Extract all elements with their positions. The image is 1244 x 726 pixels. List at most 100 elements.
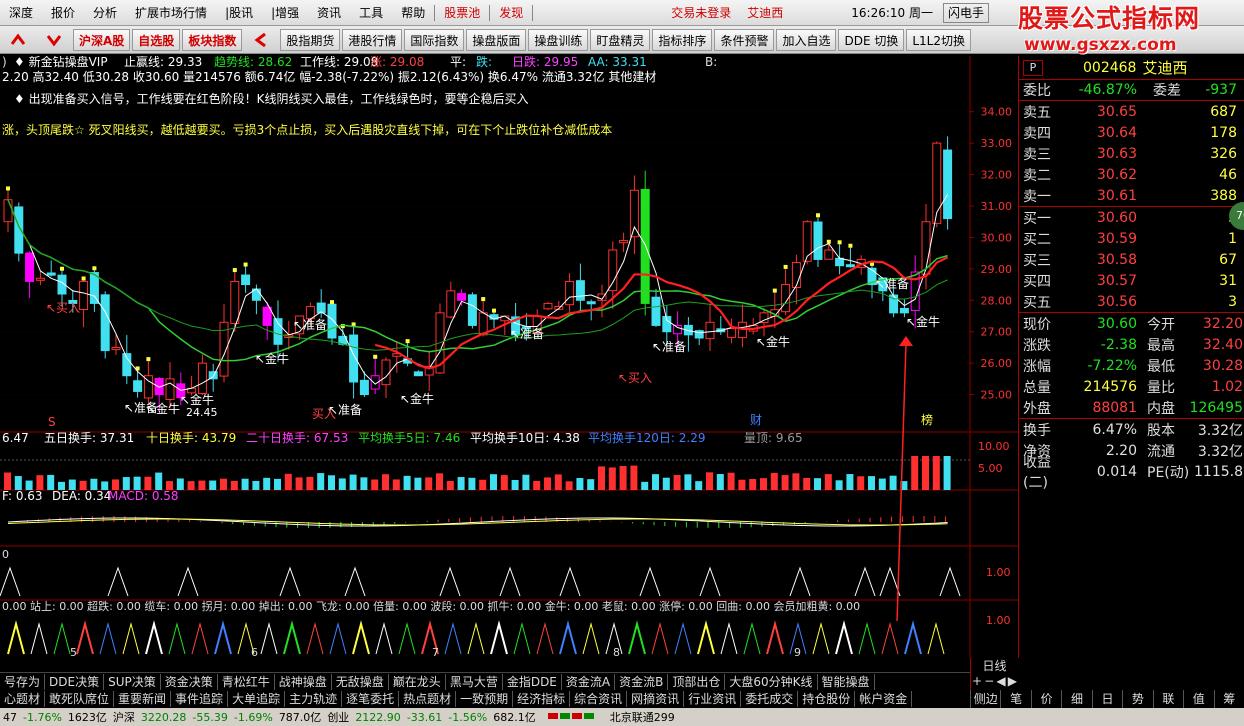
book-price[interactable]: 30.64 [1055,125,1137,141]
indicator-tab[interactable]: 无敌操盘 [332,673,389,690]
book-price[interactable]: 30.62 [1055,167,1137,183]
menu-item-8[interactable]: 帮助 [392,0,434,26]
zoom-out-icon[interactable]: − [984,674,994,688]
trade-status[interactable]: 交易未登录 [663,4,739,21]
info-tab[interactable]: 综合资讯 [570,691,628,707]
toolbar-button-4[interactable]: 港股行情 [342,28,403,51]
scroll-left-button[interactable] [246,29,276,51]
side-tab[interactable]: 细 [1061,690,1091,708]
indicator-tab[interactable]: DDE决策 [45,673,105,690]
volume-top: 量顶: 9.65 [744,431,803,445]
indicator-tab[interactable]: SUP决策 [104,673,161,690]
candle-body [824,249,834,260]
cy-change: -33.61 [406,710,443,724]
side-tab[interactable]: 侧边栏< [970,690,1000,724]
menu-item-4[interactable]: |股讯 [216,0,262,26]
toolbar-button-1[interactable]: 自选股 [132,28,181,51]
zhunbei-signal-label: ↖准备 [510,327,544,341]
info-tab[interactable]: 大单追踪 [228,691,286,707]
toolbar-button-2[interactable]: 板块指数 [182,28,243,51]
indicator-tab[interactable]: 战神操盘 [275,673,332,690]
info-tab[interactable]: 委托成交 [741,691,799,707]
flash-trade-button[interactable]: 闪电手 [942,2,989,23]
volume-bar [436,473,443,490]
zoom-in-icon[interactable]: + [972,674,982,688]
info-tab[interactable]: 经济指标 [513,691,571,707]
indicator-tab[interactable]: 资金决策 [161,673,218,690]
indicator-tab[interactable]: 资金流B [615,673,669,690]
side-tab[interactable]: 联 [1152,690,1183,708]
book-volume: 1 [1228,230,1237,247]
book-price[interactable]: 30.56 [1055,294,1137,310]
toolbar-button-3[interactable]: 股指期货 [280,28,341,51]
side-tab[interactable]: 势 [1122,690,1152,708]
period-selector[interactable]: 日线 + − ◀ ▶ [970,658,1018,690]
toolbar-button-8[interactable]: 盯盘精灵 [590,28,651,51]
side-tab[interactable]: 值 [1183,690,1213,708]
indicator-tab[interactable]: 金指DDE [503,673,562,690]
period-label[interactable]: 日线 [971,658,1018,674]
menu-item-red-1[interactable]: 发现 [490,0,532,26]
info-tab[interactable]: 心题材 [0,691,46,707]
indicator-tab[interactable]: 大盘60分钟K线 [725,673,818,690]
candle-body [943,149,953,220]
book-price[interactable]: 30.61 [1055,188,1137,204]
p-badge[interactable]: P [1023,59,1043,76]
toolbar-button-9[interactable]: 指标排序 [652,28,713,51]
info-tab[interactable]: 逐笔委托 [342,691,400,707]
scroll-left-icon[interactable]: ◀ [996,674,1005,688]
scroll-down-button[interactable] [39,29,69,51]
book-price[interactable]: 30.57 [1055,273,1137,289]
menu-item-6[interactable]: 资讯 [308,0,350,26]
menu-item-5[interactable]: |增强 [262,0,308,26]
book-price[interactable]: 30.63 [1055,146,1137,162]
signal2-triangle [651,622,669,655]
kline-chart[interactable]: 34.00 33.00 32.00 31.00 30.00 29.00 28.00 27.00… [0,56,1018,658]
indicator-tab[interactable]: 号存为 [0,673,46,690]
side-tab[interactable]: 筹 [1213,690,1244,708]
toolbar-button-11[interactable]: 加入自选 [776,28,837,51]
signal-triangle [854,566,876,597]
menu-item-0[interactable]: 深度 [0,0,42,26]
info-tab[interactable]: 持仓股份 [798,691,856,707]
indicator-tab[interactable]: 黑马大营 [446,673,503,690]
info-tab[interactable]: 网摘资讯 [627,691,685,707]
menu-item-3[interactable]: 扩展市场行情 [126,0,216,26]
info-tab[interactable]: 事件追踪 [171,691,229,707]
signal2-triangle [858,622,876,655]
side-tab[interactable]: 日 [1091,690,1122,708]
info-tab[interactable]: 敢死队席位 [45,691,115,707]
scroll-right-icon[interactable]: ▶ [1008,674,1017,688]
menu-item-7[interactable]: 工具 [350,0,392,26]
side-tab[interactable]: 价 [1030,690,1061,708]
toolbar-button-10[interactable]: 条件预警 [714,28,775,51]
book-price[interactable]: 30.58 [1055,252,1137,268]
book-price[interactable]: 30.60 [1055,210,1137,226]
book-price[interactable]: 30.59 [1055,231,1137,247]
toolbar-button-5[interactable]: 国际指数 [404,28,465,51]
kline-chart-area[interactable]: 34.00 33.00 32.00 31.00 30.00 29.00 28.00 27.00… [0,56,1018,658]
info-tab[interactable]: 重要新闻 [114,691,172,707]
info-tab[interactable]: 主力轨迹 [285,691,343,707]
toolbar-button-7[interactable]: 操盘训练 [528,28,589,51]
scroll-up-button[interactable] [3,29,33,51]
indicator-tab[interactable]: 巅在龙头 [389,673,446,690]
indicator-tab[interactable]: 资金流A [562,673,616,690]
info-tab[interactable]: 一致预期 [456,691,514,707]
toolbar-button-6[interactable]: 操盘版面 [466,28,527,51]
toolbar-button-12[interactable]: DDE 切换 [838,28,905,51]
book-price[interactable]: 30.65 [1055,104,1137,120]
indicator-tab[interactable]: 智能操盘 [818,673,875,690]
indicator-tab[interactable]: 顶部出仓 [668,673,726,690]
info-tab[interactable]: 热点题材 [399,691,457,707]
toolbar-button-13[interactable]: L1L2切换 [906,28,972,51]
menu-item-2[interactable]: 分析 [84,0,126,26]
indicator-tab[interactable]: 青松红牛 [218,673,275,690]
menu-item-1[interactable]: 报价 [42,0,84,26]
toolbar-button-0[interactable]: 沪深A股 [73,28,131,51]
side-tab[interactable]: 笔 [1000,690,1030,708]
fundamental-label: 股本 [1147,422,1175,439]
info-tab[interactable]: 行业资讯 [684,691,742,707]
menu-item-red-0[interactable]: 股票池 [435,0,489,26]
info-tab[interactable]: 帐户资金 [855,691,913,707]
